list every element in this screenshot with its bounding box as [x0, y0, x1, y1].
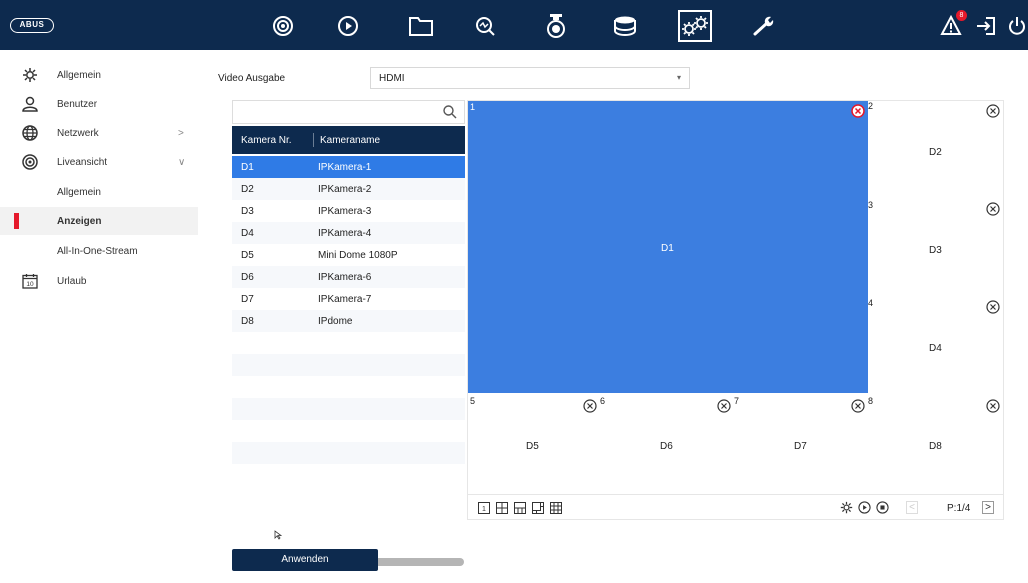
main-panel: Video Ausgabe HDMI ▾ Kamera Nr. Kamerana…: [198, 50, 1028, 583]
camera-nr-cell: D5: [241, 250, 254, 261]
sidebar-item-allgemein[interactable]: Allgemein: [0, 61, 198, 89]
calendar-icon: 10: [22, 274, 38, 289]
search-input[interactable]: [232, 100, 465, 124]
camera-nr-cell: D6: [241, 272, 254, 283]
video-output-label: Video Ausgabe: [218, 73, 286, 84]
table-header: Kamera Nr. Kameraname: [232, 126, 465, 154]
camera-nr-cell: D1: [241, 162, 254, 173]
settings-icon[interactable]: [840, 501, 853, 514]
close-icon[interactable]: [986, 300, 1000, 314]
configuration-icon[interactable]: [678, 10, 712, 42]
globe-icon: [22, 125, 38, 141]
empty-table-row: [232, 354, 465, 376]
close-icon[interactable]: [851, 104, 865, 118]
next-page-button[interactable]: >: [982, 501, 994, 514]
empty-table-row: [232, 376, 465, 398]
play-icon[interactable]: [858, 501, 871, 514]
maintenance-icon[interactable]: [752, 13, 778, 39]
close-icon[interactable]: [986, 104, 1000, 118]
live-view-icon: [22, 154, 38, 170]
gear-icon: [23, 68, 37, 82]
column-header-camera-name[interactable]: Kameraname: [320, 135, 380, 146]
camera-name-cell: IPKamera-1: [318, 162, 372, 173]
camera-nr-cell: D2: [241, 184, 254, 195]
table-row[interactable]: D1 IPKamera-1: [232, 156, 465, 178]
empty-table-row: [232, 442, 465, 464]
table-row[interactable]: D5 Mini Dome 1080P: [232, 244, 465, 266]
playback-icon[interactable]: [335, 13, 361, 39]
grid-cell-1[interactable]: 1 D1: [468, 101, 868, 393]
close-icon[interactable]: [717, 399, 731, 413]
user-icon: [22, 96, 38, 112]
analysis-icon[interactable]: [472, 13, 498, 39]
storage-icon[interactable]: [612, 13, 638, 39]
camera-name-cell: IPdome: [318, 316, 353, 327]
grid-toolbar: 1 < P:1/4 >: [468, 494, 1003, 520]
alarm-icon[interactable]: 8: [938, 10, 967, 39]
chevron-right-icon: >: [178, 127, 184, 139]
empty-table-row: [232, 398, 465, 420]
camera-nr-cell: D8: [241, 316, 254, 327]
table-row[interactable]: D4 IPKamera-4: [232, 222, 465, 244]
camera-name-cell: IPKamera-4: [318, 228, 372, 239]
close-icon[interactable]: [583, 399, 597, 413]
close-icon[interactable]: [986, 399, 1000, 413]
layout-4-icon[interactable]: [496, 502, 508, 514]
alarm-badge: 8: [956, 10, 967, 21]
prev-page-button[interactable]: <: [906, 501, 918, 514]
close-icon[interactable]: [986, 202, 1000, 216]
camera-name-cell: IPKamera-7: [318, 294, 372, 305]
selected-marker: [14, 213, 19, 229]
stop-icon[interactable]: [876, 501, 889, 514]
table-row[interactable]: D8 IPdome: [232, 310, 465, 332]
sidebar-subitem-allgemein[interactable]: Allgemein: [0, 178, 198, 206]
sidebar-item-liveansicht[interactable]: Liveansicht ∨: [0, 148, 198, 176]
sidebar-item-netzwerk[interactable]: Netzwerk >: [0, 119, 198, 147]
sidebar-subitem-all-in-one-stream[interactable]: All-In-One-Stream: [0, 237, 198, 265]
table-row[interactable]: D6 IPKamera-6: [232, 266, 465, 288]
camera-icon[interactable]: [543, 13, 569, 39]
apply-button[interactable]: Anwenden: [232, 549, 378, 571]
layout-1-icon[interactable]: 1: [478, 502, 490, 514]
camera-nr-cell: D7: [241, 294, 254, 305]
power-icon[interactable]: [1006, 13, 1028, 39]
table-row[interactable]: D3 IPKamera-3: [232, 200, 465, 222]
file-icon[interactable]: [408, 13, 434, 39]
empty-table-row: [232, 464, 465, 486]
table-row[interactable]: D2 IPKamera-2: [232, 178, 465, 200]
top-bar: ABUS 8: [0, 0, 1028, 50]
camera-name-cell: IPKamera-3: [318, 206, 372, 217]
svg-text:1: 1: [482, 506, 486, 513]
table-row[interactable]: D7 IPKamera-7: [232, 288, 465, 310]
video-output-select[interactable]: HDMI ▾: [370, 67, 690, 89]
layout-6-icon[interactable]: [514, 502, 526, 514]
page-indicator: P:1/4: [947, 503, 971, 514]
camera-nr-cell: D3: [241, 206, 254, 217]
sidebar-item-urlaub[interactable]: 10 Urlaub: [0, 267, 198, 295]
camera-nr-cell: D4: [241, 228, 254, 239]
empty-table-row: [232, 420, 465, 442]
display-grid: 1 D1 2 D2 3 D3 4 D4 5 D5 6 D6 7 D7 8 D8 …: [467, 100, 1004, 520]
layout-9-icon[interactable]: [550, 502, 562, 514]
camera-name-cell: IPKamera-6: [318, 272, 372, 283]
sidebar-subitem-anzeigen[interactable]: Anzeigen: [0, 207, 198, 235]
abus-logo: ABUS: [10, 18, 54, 33]
mouse-cursor: [274, 530, 283, 540]
sidebar-item-benutzer[interactable]: Benutzer: [0, 90, 198, 118]
close-icon[interactable]: [851, 399, 865, 413]
search-icon[interactable]: [442, 104, 458, 120]
chevron-down-icon: ∨: [178, 156, 186, 168]
sidebar: Allgemein Benutzer Netzwerk > Liveansich…: [0, 50, 198, 583]
layout-8-icon[interactable]: [532, 502, 544, 514]
column-header-camera-nr[interactable]: Kamera Nr.: [241, 135, 292, 146]
camera-name-cell: IPKamera-2: [318, 184, 372, 195]
live-view-icon[interactable]: [270, 13, 296, 39]
logout-icon[interactable]: [973, 13, 999, 39]
camera-list: Kamera Nr. Kameraname D1 IPKamera-1 D2 IPKa…: [232, 100, 465, 566]
dropdown-arrow-icon: ▾: [676, 73, 681, 82]
calendar-day: 10: [26, 281, 34, 288]
empty-table-row: [232, 332, 465, 354]
camera-name-cell: Mini Dome 1080P: [318, 250, 398, 261]
